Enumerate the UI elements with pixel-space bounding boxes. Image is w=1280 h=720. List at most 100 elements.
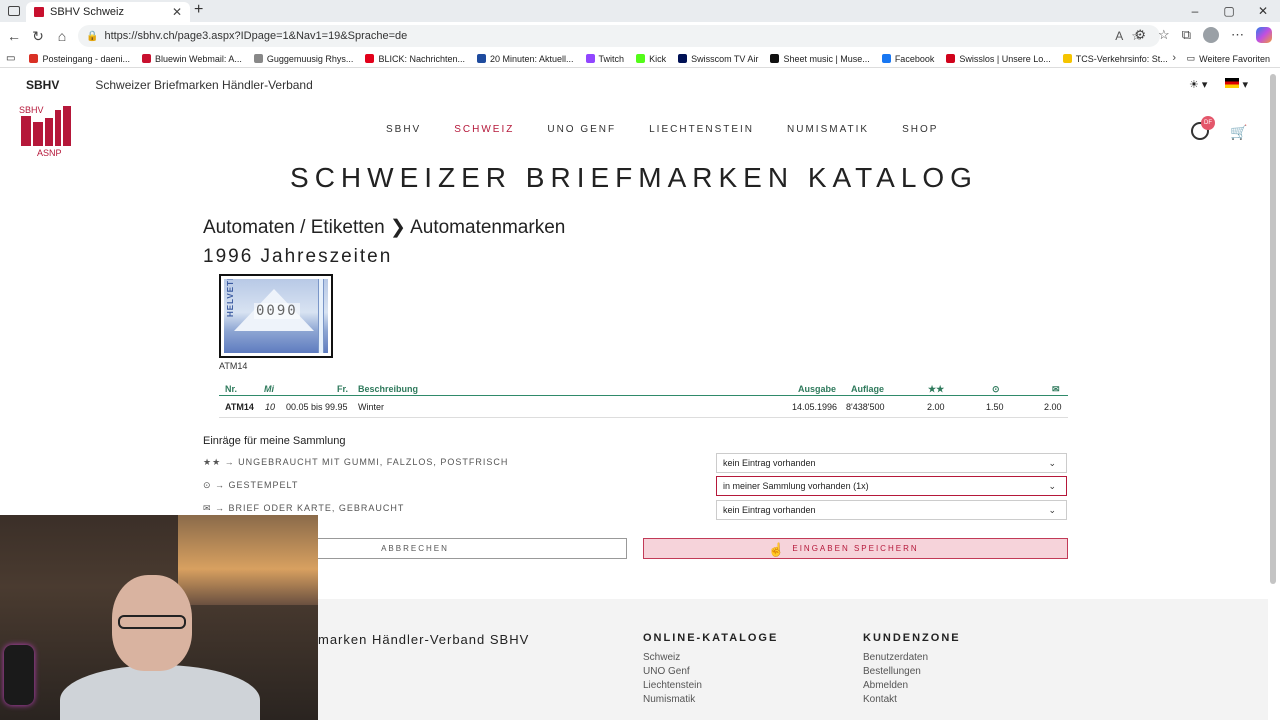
language-select[interactable]: ▾ — [1225, 78, 1248, 91]
other-favorites[interactable]: ▭ Weitere Favoriten — [1187, 53, 1270, 64]
footer-link-numismatik[interactable]: Numismatik — [643, 694, 778, 705]
bookmark-label: Swisscom TV Air — [691, 53, 759, 64]
col-nr: Nr. — [225, 384, 238, 394]
page-subtitle: 1996 Jahreszeiten — [203, 246, 393, 267]
webcam-person-body — [60, 665, 260, 720]
footer-link-kontakt[interactable]: Kontakt — [863, 694, 961, 705]
footer-link-schweiz[interactable]: Schweiz — [643, 652, 778, 663]
stamp-image[interactable]: 0090 HELVETIA — [219, 274, 333, 358]
bookmark-item[interactable]: Swisslos | Unsere Lo... — [946, 54, 1051, 64]
back-icon[interactable]: ← — [2, 28, 26, 44]
close-window-icon[interactable]: ✕ — [1246, 0, 1280, 22]
bookmarks-bar: ▭ Posteingang - daeni... Bluewin Webmail:… — [0, 50, 1280, 68]
bookmark-item[interactable]: Guggemuusig Rhys... — [253, 54, 353, 64]
maximize-icon[interactable]: ▢ — [1212, 0, 1246, 22]
chevron-down-icon: ⌄ — [1048, 505, 1056, 515]
save-button[interactable]: EINGABEN SPEICHERN — [643, 538, 1068, 559]
bookmark-item[interactable]: Facebook — [881, 53, 935, 64]
url-field[interactable]: 🔒 https://sbhv.ch/page3.aspx?IDpage=1&Na… — [78, 25, 1160, 47]
bookmark-item[interactable]: Sheet music | Muse... — [770, 53, 870, 64]
bookmark-item[interactable]: Swisscom TV Air — [678, 54, 758, 64]
nav-item-sbhv[interactable]: SBHV — [386, 124, 421, 135]
cell-auflage: 8'438'500 — [846, 402, 885, 412]
theme-toggle-icon[interactable]: ☀ ▾ — [1189, 78, 1207, 91]
used-select[interactable]: in meiner Sammlung vorhanden (1x) ⌄ — [716, 476, 1067, 496]
col-cover-icon: ✉ — [1052, 384, 1060, 394]
logo-text-bottom: ASNP — [37, 148, 62, 158]
site-tools: ☀ ▾ ▾ — [1189, 78, 1248, 91]
home-icon[interactable]: ⌂ — [50, 28, 74, 44]
more-bookmarks-icon[interactable]: › — [1172, 52, 1176, 64]
webcam-background-window — [178, 515, 318, 605]
bookmark-favicon-icon — [476, 54, 486, 63]
bookmark-item[interactable]: Twitch — [585, 54, 624, 64]
bookmark-item[interactable]: 20 Minuten: Aktuell... — [476, 53, 574, 64]
col-ausgabe: Ausgabe — [798, 384, 837, 394]
account-badge: DF — [1201, 116, 1215, 130]
bookmark-item[interactable]: Posteingang - daeni... — [29, 54, 130, 64]
more-icon[interactable]: ⋯ — [1231, 27, 1244, 43]
collection-title: Einräge für meine Sammlung — [203, 435, 346, 447]
bookmark-item[interactable]: BLICK: Nachrichten... — [365, 54, 465, 64]
window-menu-icon[interactable] — [8, 6, 20, 16]
bookmark-label: BLICK: Nachrichten... — [378, 53, 465, 64]
bookmark-favicon-icon — [585, 54, 595, 63]
bookmark-item[interactable]: Kick — [636, 54, 666, 64]
nav-item-schweiz[interactable]: SCHWEIZ — [454, 124, 514, 135]
window-controls: – ▢ ✕ — [1178, 0, 1280, 22]
nav-item-shop[interactable]: SHOP — [902, 124, 938, 135]
reading-list-icon[interactable]: ▭ — [6, 53, 15, 64]
nav-item-uno-genf[interactable]: UNO GENF — [547, 124, 616, 135]
nav-item-liechtenstein[interactable]: LIECHTENSTEIN — [649, 124, 754, 135]
bookmark-label: Sheet music | Muse... — [783, 53, 870, 64]
new-tab-icon[interactable]: + — [194, 1, 203, 19]
site-top-bar: SBHV Schweizer Briefmarken Händler-Verba… — [0, 70, 1268, 100]
collections-icon[interactable]: ⧉ — [1182, 27, 1191, 43]
cart-icon[interactable]: 🛒 — [1230, 124, 1247, 141]
sbhv-logo[interactable]: SBHV ASNP — [19, 104, 73, 158]
footer-link-bestellungen[interactable]: Bestellungen — [863, 666, 961, 677]
profile-avatar-icon[interactable] — [1203, 27, 1219, 43]
browser-tab[interactable]: SBHV Schweiz ✕ — [26, 2, 190, 22]
footer-link-benutzerdaten[interactable]: Benutzerdaten — [863, 652, 961, 663]
cell-ausgabe: 14.05.1996 — [792, 402, 838, 412]
copilot-icon[interactable] — [1256, 27, 1272, 43]
german-flag-icon — [1225, 78, 1240, 88]
cell-nr: ATM14 — [225, 402, 254, 412]
nav-item-numismatik[interactable]: NUMISMATIK — [787, 124, 869, 135]
minimize-icon[interactable]: – — [1178, 0, 1212, 22]
bookmark-label: Kick — [649, 53, 667, 64]
col-auflage: Auflage — [851, 384, 885, 394]
used-select-value: in meiner Sammlung vorhanden (1x) — [723, 481, 869, 491]
cover-select[interactable]: kein Eintrag vorhanden ⌄ — [716, 500, 1067, 520]
footer-link-uno-genf[interactable]: UNO Genf — [643, 666, 778, 677]
col-mi: Mi — [264, 384, 274, 394]
stamp-picture: 0090 HELVETIA — [224, 279, 328, 353]
catalog-table: Nr. Mi Fr. Beschreibung Ausgabe Auflage … — [219, 380, 1068, 418]
site-brand[interactable]: SBHV — [26, 78, 59, 92]
reload-icon[interactable]: ↻ — [26, 28, 50, 45]
bookmark-favicon-icon — [29, 54, 39, 63]
chevron-down-icon: ⌄ — [1048, 458, 1056, 468]
close-tab-icon[interactable]: ✕ — [172, 5, 182, 19]
bookmark-label: Facebook — [894, 53, 935, 64]
stamp-side-strip — [318, 279, 324, 353]
cell-cover: 2.00 — [1044, 402, 1062, 412]
url-text: https://sbhv.ch/page3.aspx?IDpage=1&Nav1… — [104, 30, 408, 42]
logo-text-top: SBHV — [19, 105, 44, 115]
page-scrollbar[interactable] — [1270, 74, 1276, 584]
mint-select[interactable]: kein Eintrag vorhanden ⌄ — [716, 453, 1067, 473]
tab-title: SBHV Schweiz — [50, 6, 124, 18]
bookmark-item[interactable]: TCS-Verkehrsinfo: St... — [1062, 54, 1168, 64]
favorites-icon[interactable]: ☆ — [1158, 27, 1170, 43]
footer-link-liechtenstein[interactable]: Liechtenstein — [643, 680, 778, 691]
cover-select-value: kein Eintrag vorhanden — [723, 505, 816, 515]
bookmark-favicon-icon — [253, 54, 263, 63]
bookmark-label: 20 Minuten: Aktuell... — [489, 53, 574, 64]
footer-link-abmelden[interactable]: Abmelden — [863, 680, 961, 691]
stamp-label: ATM14 — [219, 361, 248, 371]
bookmark-item[interactable]: Bluewin Webmail: A... — [142, 54, 242, 64]
extensions-icon[interactable]: ⚙ — [1134, 27, 1146, 43]
browser-tabbar: SBHV Schweiz ✕ + – ▢ ✕ — [0, 0, 1280, 22]
bookmark-favicon-icon — [678, 54, 688, 63]
